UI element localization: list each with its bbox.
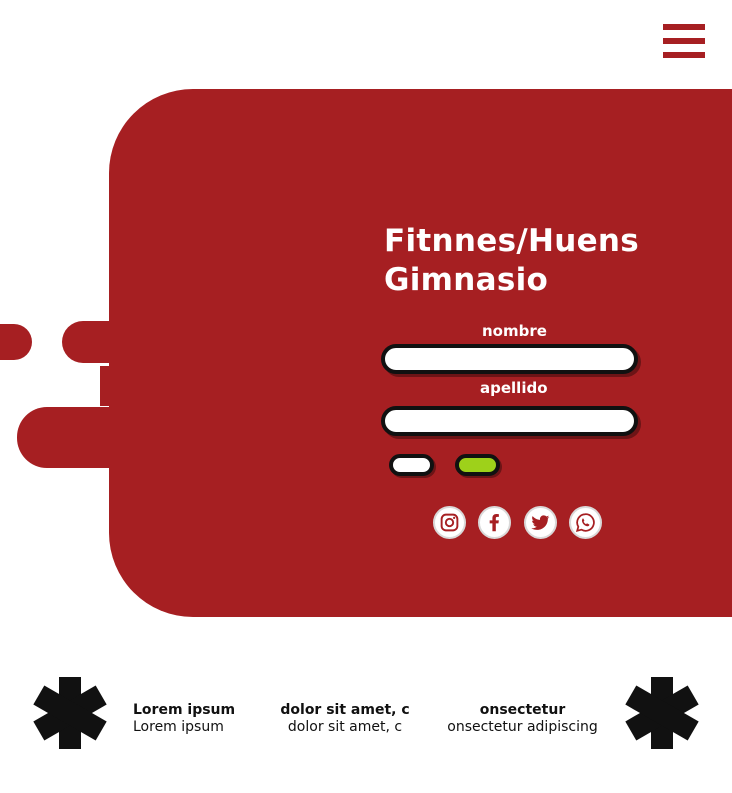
footer-heading: dolor sit amet, c (280, 702, 410, 718)
decorative-blob (0, 324, 32, 360)
facebook-link[interactable] (478, 506, 511, 539)
footer-column-2: dolor sit amet, c dolor sit amet, c (270, 702, 420, 735)
last-name-label: apellido (480, 379, 548, 397)
asterisk-icon (33, 677, 107, 749)
menu-bar (663, 52, 705, 58)
menu-bar (663, 38, 705, 44)
twitter-link[interactable] (524, 506, 557, 539)
footer-column-1: Lorem ipsum Lorem ipsum (133, 702, 235, 735)
decorative-blob (17, 407, 117, 468)
first-name-label: nombre (482, 322, 547, 340)
instagram-link[interactable] (433, 506, 466, 539)
footer-text: dolor sit amet, c (287, 719, 403, 735)
asterisk-icon (625, 677, 699, 749)
footer-heading: onsectetur (479, 702, 566, 718)
footer-column-3: onsectetur onsectetur adipiscing (440, 702, 605, 735)
hamburger-menu-icon[interactable] (663, 24, 705, 59)
whatsapp-link[interactable] (569, 506, 602, 539)
menu-bar (663, 24, 705, 30)
twitter-icon (531, 515, 550, 530)
footer-heading: Lorem ipsum (133, 702, 236, 718)
facebook-icon (489, 514, 499, 532)
last-name-input[interactable] (381, 406, 638, 436)
submit-button[interactable] (455, 454, 500, 476)
footer-text: onsectetur adipiscing (447, 719, 598, 735)
first-name-input[interactable] (381, 344, 638, 374)
whatsapp-icon (575, 513, 595, 533)
footer-text: Lorem ipsum (133, 719, 224, 735)
title-line-1: Fitnnes/Huens (384, 223, 640, 259)
title-line-2: Gimnasio (384, 262, 549, 298)
page-title: Fitnnes/Huens Gimnasio (384, 222, 639, 300)
reset-button[interactable] (389, 454, 434, 476)
instagram-icon (440, 513, 459, 532)
